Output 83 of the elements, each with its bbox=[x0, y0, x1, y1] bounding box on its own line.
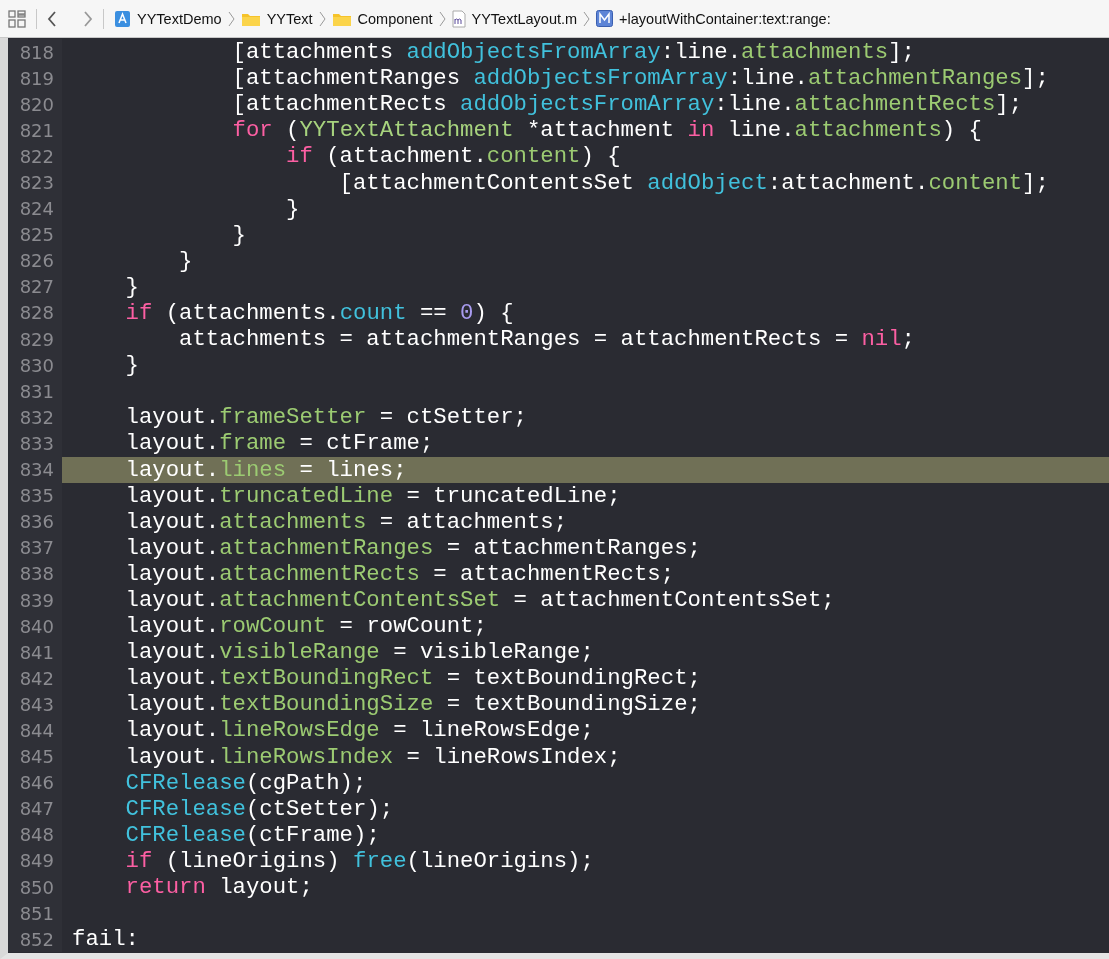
line-number: 842 bbox=[8, 665, 62, 692]
line-number: 843 bbox=[8, 691, 62, 718]
line-number: 818 bbox=[8, 39, 62, 66]
code-line: for (YYTextAttachment *attachment in line.attachments) { bbox=[231, 117, 982, 144]
method-icon bbox=[596, 10, 614, 27]
line-number: 823 bbox=[8, 169, 62, 196]
line-number: 835 bbox=[8, 482, 62, 509]
code-line: } bbox=[285, 195, 300, 222]
line-number: 826 bbox=[8, 247, 62, 274]
code-line: layout.attachments = attachments; bbox=[124, 508, 568, 535]
code-line: if (lineOrigins) free(lineOrigins); bbox=[124, 847, 594, 874]
chevron-icon bbox=[318, 10, 326, 27]
line-number: 840 bbox=[8, 613, 62, 640]
line-number: 846 bbox=[8, 769, 62, 796]
line-number: 849 bbox=[8, 847, 62, 874]
code-line: if (attachment.content) { bbox=[285, 143, 621, 170]
code-line: [attachments addObjectsFromArray:line.attachments]; bbox=[231, 39, 915, 66]
line-number: 848 bbox=[8, 821, 62, 848]
breadcrumb-item[interactable]: YYTextDemo bbox=[137, 10, 222, 27]
breadcrumb-item[interactable]: Component bbox=[357, 10, 433, 27]
app-icon bbox=[114, 9, 131, 28]
code-line: layout.frameSetter = ctSetter; bbox=[124, 404, 527, 431]
line-number: 830 bbox=[8, 352, 62, 379]
line-number: 821 bbox=[8, 117, 62, 144]
code-line: CFRelease(cgPath); bbox=[124, 769, 367, 796]
code-line: attachments = attachmentRanges = attachmentRects = nil; bbox=[178, 326, 915, 353]
code-line: } bbox=[124, 352, 139, 379]
line-number: 820 bbox=[8, 91, 62, 118]
chevron-icon bbox=[583, 10, 591, 27]
code-line: CFRelease(ctSetter); bbox=[124, 795, 394, 822]
grid-icon[interactable] bbox=[8, 9, 26, 28]
code-line: layout.frame = ctFrame; bbox=[124, 430, 434, 457]
line-number: 836 bbox=[8, 508, 62, 535]
code-line: layout.visibleRange = visibleRange; bbox=[124, 639, 594, 666]
line-number: 828 bbox=[8, 299, 62, 327]
code-line: [attachmentRanges addObjectsFromArray:line.attachmentRanges]; bbox=[231, 65, 1049, 92]
breadcrumb-item[interactable]: +layoutWithContainer:text:range: bbox=[619, 10, 831, 27]
code-line: [attachmentContentsSet addObject:attachment.content]; bbox=[338, 169, 1049, 196]
code-line: layout.attachmentContentsSet = attachmentContentsSet; bbox=[124, 587, 835, 613]
line-number: 831 bbox=[8, 378, 62, 405]
line-number: 844 bbox=[8, 717, 62, 744]
code-line: layout.textBoundingRect = textBoundingRect; bbox=[124, 665, 701, 692]
code-line: } bbox=[178, 247, 193, 274]
code-line: fail: bbox=[72, 926, 139, 953]
line-number: 833 bbox=[8, 430, 62, 457]
code-line: layout.textBoundingSize = textBoundingSize; bbox=[124, 691, 701, 718]
line-number: 838 bbox=[8, 560, 62, 587]
code-line: layout.lineRowsEdge = lineRowsEdge; bbox=[124, 717, 594, 744]
line-number: 832 bbox=[8, 404, 62, 431]
forward-icon[interactable] bbox=[83, 10, 93, 27]
line-number: 845 bbox=[8, 743, 62, 770]
line-number: 841 bbox=[8, 639, 62, 666]
line-number: 825 bbox=[8, 221, 62, 248]
chevron-icon bbox=[227, 10, 235, 27]
line-number: 822 bbox=[8, 143, 62, 170]
line-number: 827 bbox=[8, 273, 62, 300]
line-number: 834 bbox=[8, 456, 62, 483]
code-line: [attachmentRects addObjectsFromArray:line.attachmentRects]; bbox=[231, 91, 1023, 118]
breadcrumb-item[interactable]: YYText bbox=[266, 10, 313, 27]
line-number: 837 bbox=[8, 534, 62, 561]
line-number: 824 bbox=[8, 195, 62, 222]
code-line: layout.rowCount = rowCount; bbox=[124, 613, 487, 640]
file-icon bbox=[451, 9, 466, 28]
back-icon[interactable] bbox=[47, 10, 57, 27]
code-line: layout.truncatedLine = truncatedLine; bbox=[124, 482, 621, 509]
code-line: layout.lineRowsIndex = lineRowsIndex; bbox=[124, 743, 621, 770]
line-number: 850 bbox=[8, 874, 62, 901]
line-number: 852 bbox=[8, 926, 62, 953]
code-line: } bbox=[231, 221, 246, 248]
line-number: 847 bbox=[8, 795, 62, 822]
code-line: return layout; bbox=[124, 874, 313, 901]
code-line: CFRelease(ctFrame); bbox=[124, 821, 380, 848]
code-line: layout.attachmentRanges = attachmentRanges; bbox=[124, 534, 701, 561]
chevron-icon bbox=[438, 10, 446, 27]
code-line: layout.attachmentRects = attachmentRects; bbox=[124, 560, 675, 587]
code-line: layout.lines = lines; bbox=[124, 456, 407, 483]
code-line: } bbox=[124, 273, 139, 300]
line-number: 839 bbox=[8, 586, 62, 614]
line-number: 819 bbox=[8, 65, 62, 92]
breadcrumb-item[interactable]: YYTextLayout.m bbox=[471, 10, 578, 27]
code-line: if (attachments.count == 0) { bbox=[124, 300, 514, 326]
line-number: 851 bbox=[8, 900, 62, 927]
line-number: 829 bbox=[8, 326, 62, 353]
